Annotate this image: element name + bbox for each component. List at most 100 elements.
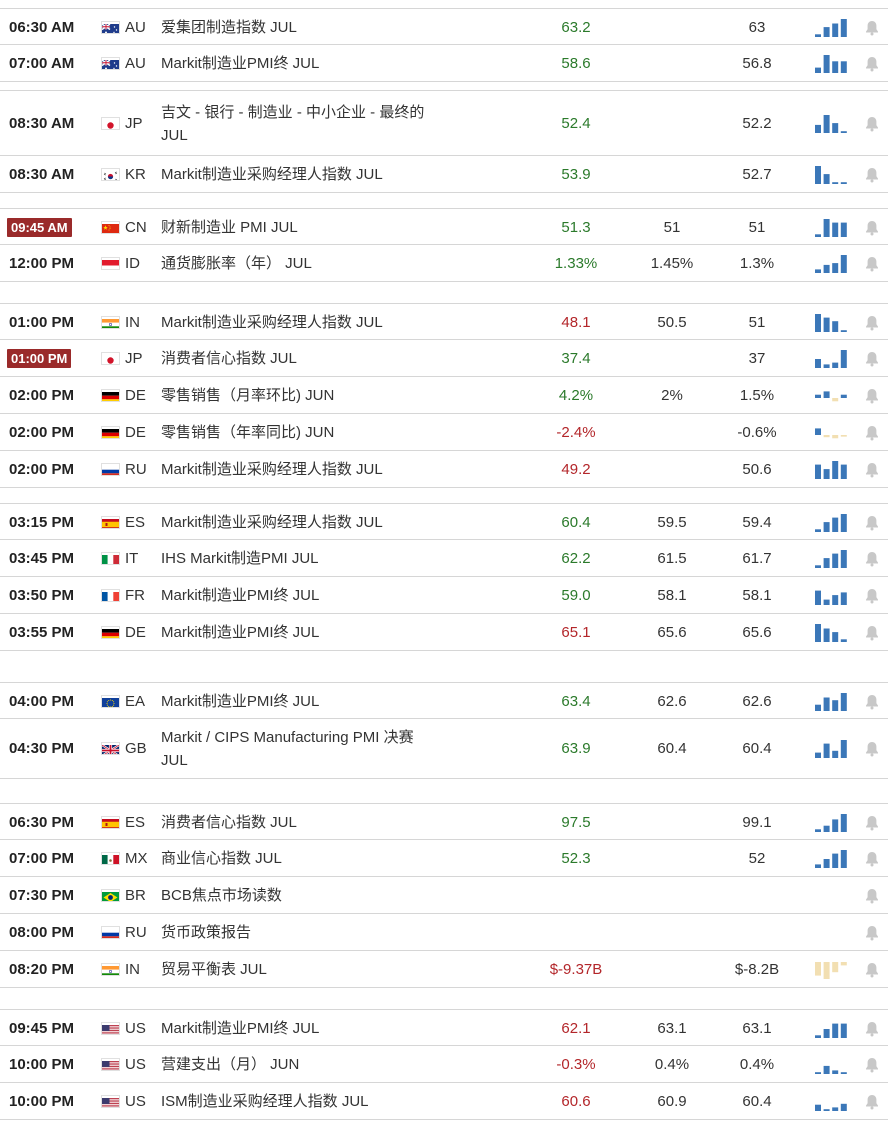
event-row[interactable]: 10:00 PM US ISM制造业采购经理人指数 JUL 60.6 60.9 60.4 <box>0 1083 888 1120</box>
event-row[interactable]: 08:30 AM KR Markit制造业采购经理人指数 JUL 53.9 52.7 <box>0 156 888 193</box>
alert-bell-icon[interactable] <box>863 219 881 237</box>
alert-bell-icon[interactable] <box>863 693 881 711</box>
event-row[interactable]: 08:20 PM IN 贸易平衡表 JUL $-9.37B $-8.2B <box>0 951 888 988</box>
history-sparkline[interactable] <box>814 113 850 135</box>
event-name[interactable]: Markit制造业采购经理人指数 JUL <box>161 311 431 334</box>
alert-bell-icon[interactable] <box>863 1093 881 1111</box>
history-sparkline[interactable] <box>814 17 850 39</box>
event-row[interactable]: 01:00 PM IN Markit制造业采购经理人指数 JUL 48.1 50.5 51 <box>0 303 888 340</box>
event-name[interactable]: Markit制造业PMI终 JUL <box>161 621 431 644</box>
event-name[interactable]: 吉文 - 银行 - 制造业 - 中小企业 - 最终的 JUL <box>161 101 431 147</box>
sparkline-bar <box>840 329 847 332</box>
event-row[interactable]: 01:00 PM JP 消费者信心指数 JUL 37.4 37 <box>0 340 888 377</box>
alert-bell-icon[interactable] <box>863 19 881 37</box>
event-row[interactable]: 07:30 PM BR BCB焦点市场读数 <box>0 877 888 914</box>
event-name[interactable]: Markit制造业采购经理人指数 JUL <box>161 511 431 534</box>
alert-bell-icon[interactable] <box>863 924 881 942</box>
history-sparkline[interactable] <box>814 1018 850 1040</box>
alert-bell-icon[interactable] <box>863 387 881 405</box>
alert-bell-icon[interactable] <box>863 514 881 532</box>
history-sparkline[interactable] <box>814 253 850 275</box>
alert-bell-icon[interactable] <box>863 740 881 758</box>
event-name[interactable]: 通货膨胀率（年） JUL <box>161 252 431 275</box>
event-name[interactable]: 零售销售（月率环比) JUN <box>161 384 431 407</box>
event-row[interactable]: 04:30 PM GB Markit / CIPS Manufacturing PM… <box>0 719 888 779</box>
event-name[interactable]: Markit制造业PMI终 JUL <box>161 690 431 713</box>
history-sparkline[interactable] <box>814 312 850 334</box>
event-name[interactable]: 营建支出（月） JUN <box>161 1053 431 1076</box>
alert-bell-icon[interactable] <box>863 55 881 73</box>
history-sparkline[interactable] <box>814 164 850 186</box>
event-name[interactable]: Markit制造业采购经理人指数 JUL <box>161 458 431 481</box>
alert-bell-icon[interactable] <box>863 255 881 273</box>
event-row[interactable]: 03:55 PM DE Markit制造业PMI终 JUL 65.1 65.6 65.6 <box>0 614 888 651</box>
alert-bell-icon[interactable] <box>863 314 881 332</box>
event-name[interactable]: BCB焦点市场读数 <box>161 884 431 907</box>
event-row[interactable]: 08:00 PM RU 货币政策报告 <box>0 914 888 951</box>
history-sparkline[interactable] <box>814 459 850 481</box>
event-name[interactable]: Markit制造业PMI终 JUL <box>161 584 431 607</box>
alert-bell-icon[interactable] <box>863 115 881 133</box>
alert-bell-icon[interactable] <box>863 624 881 642</box>
alert-bell-icon[interactable] <box>863 424 881 442</box>
event-name[interactable]: 货币政策报告 <box>161 921 431 944</box>
event-row[interactable]: 07:00 PM MX 商业信心指数 JUL 52.3 52 <box>0 840 888 877</box>
alert-bell-icon[interactable] <box>863 961 881 979</box>
history-sparkline[interactable] <box>814 1091 850 1113</box>
history-sparkline[interactable] <box>814 738 850 760</box>
alert-bell-icon[interactable] <box>863 887 881 905</box>
event-name[interactable]: 贸易平衡表 JUL <box>161 958 431 981</box>
event-row[interactable]: 02:00 PM RU Markit制造业采购经理人指数 JUL 49.2 50.6 <box>0 451 888 488</box>
event-row[interactable]: 02:00 PM DE 零售销售（年率同比) JUN -2.4% -0.6% <box>0 414 888 451</box>
history-sparkline[interactable] <box>814 622 850 644</box>
event-name[interactable]: Markit制造业PMI终 JUL <box>161 1017 431 1040</box>
event-name[interactable]: 消费者信心指数 JUL <box>161 811 431 834</box>
event-row[interactable]: 09:45 PM US Markit制造业PMI终 JUL 62.1 63.1 63.1 <box>0 1009 888 1046</box>
history-sparkline[interactable] <box>814 548 850 570</box>
history-sparkline[interactable] <box>814 691 850 713</box>
event-row[interactable]: 03:15 PM ES Markit制造业采购经理人指数 JUL 60.4 59.5 59… <box>0 503 888 540</box>
event-name[interactable]: 商业信心指数 JUL <box>161 847 431 870</box>
event-row[interactable]: 10:00 PM US 营建支出（月） JUN -0.3% 0.4% 0.4% <box>0 1046 888 1083</box>
alert-bell-icon[interactable] <box>863 587 881 605</box>
sparkline-bar <box>823 961 830 979</box>
history-sparkline[interactable] <box>814 385 850 407</box>
event-name[interactable]: Markit制造业PMI终 JUL <box>161 52 431 75</box>
event-row[interactable]: 06:30 PM ES 消费者信心指数 JUL 97.5 99.1 <box>0 803 888 840</box>
history-sparkline[interactable] <box>814 53 850 75</box>
event-row[interactable]: 03:50 PM FR Markit制造业PMI终 JUL 59.0 58.1 58.1 <box>0 577 888 614</box>
alert-bell-icon[interactable] <box>863 461 881 479</box>
alert-bell-icon[interactable] <box>863 850 881 868</box>
event-row[interactable]: 07:00 AM AU Markit制造业PMI终 JUL 58.6 56.8 <box>0 45 888 82</box>
alert-bell-icon[interactable] <box>863 1020 881 1038</box>
history-sparkline[interactable] <box>814 1054 850 1076</box>
event-row[interactable]: 08:30 AM JP 吉文 - 银行 - 制造业 - 中小企业 - 最终的 JUL… <box>0 90 888 156</box>
alert-bell-icon[interactable] <box>863 166 881 184</box>
event-row[interactable]: 03:45 PM IT IHS Markit制造PMI JUL 62.2 61.5 61.… <box>0 540 888 577</box>
history-sparkline[interactable] <box>814 217 850 239</box>
history-sparkline[interactable] <box>814 848 850 870</box>
history-sparkline[interactable] <box>814 348 850 370</box>
alert-bell-icon[interactable] <box>863 550 881 568</box>
event-row[interactable]: 04:00 PM EA Markit制造业PMI终 JUL 63.4 62.6 62.6 <box>0 682 888 719</box>
alert-bell-icon[interactable] <box>863 814 881 832</box>
history-sparkline[interactable] <box>814 812 850 834</box>
event-row[interactable]: 12:00 PM ID 通货膨胀率（年） JUL 1.33% 1.45% 1.3% <box>0 245 888 282</box>
event-name[interactable]: 财新制造业 PMI JUL <box>161 216 431 239</box>
event-name[interactable]: ISM制造业采购经理人指数 JUL <box>161 1090 431 1113</box>
alert-bell-icon[interactable] <box>863 350 881 368</box>
event-name[interactable]: 爱集团制造指数 JUL <box>161 16 431 39</box>
event-name[interactable]: Markit / CIPS Manufacturing PMI 决赛 JUL <box>161 726 431 772</box>
event-row[interactable]: 06:30 AM AU 爱集团制造指数 JUL 63.2 63 <box>0 8 888 45</box>
history-sparkline[interactable] <box>814 959 850 981</box>
event-name[interactable]: 零售销售（年率同比) JUN <box>161 421 431 444</box>
history-sparkline[interactable] <box>814 422 850 444</box>
event-name[interactable]: 消费者信心指数 JUL <box>161 347 431 370</box>
history-sparkline[interactable] <box>814 585 850 607</box>
history-sparkline[interactable] <box>814 512 850 534</box>
event-name[interactable]: Markit制造业采购经理人指数 JUL <box>161 163 431 186</box>
event-row[interactable]: 09:45 AM CN 财新制造业 PMI JUL 51.3 51 51 <box>0 208 888 245</box>
alert-bell-icon[interactable] <box>863 1056 881 1074</box>
event-row[interactable]: 02:00 PM DE 零售销售（月率环比) JUN 4.2% 2% 1.5% <box>0 377 888 414</box>
event-name[interactable]: IHS Markit制造PMI JUL <box>161 547 431 570</box>
